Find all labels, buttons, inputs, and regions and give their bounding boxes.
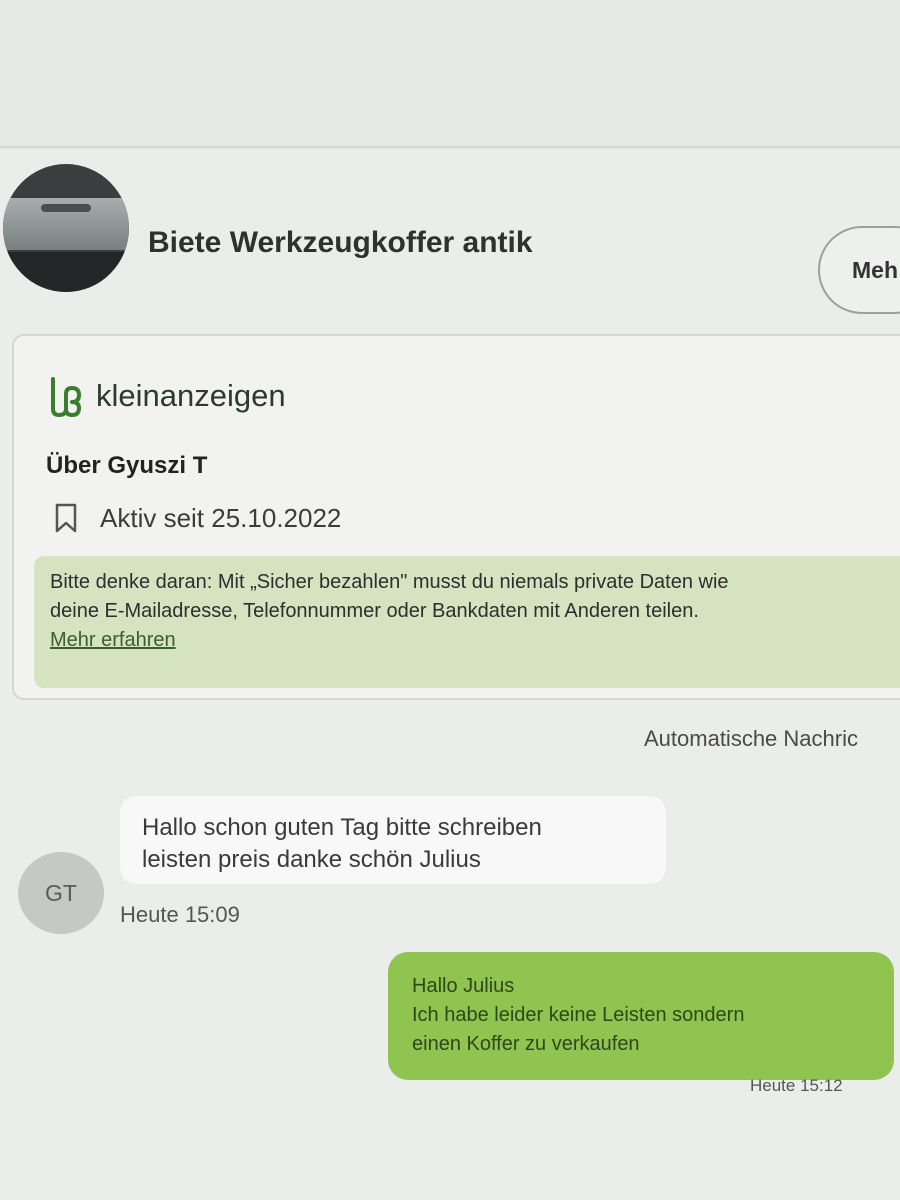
incoming-message-bubble: Hallo schon guten Tag bitte schreiben le… xyxy=(120,796,666,884)
message-line: Hallo schon guten Tag bitte schreiben xyxy=(142,814,542,841)
listing-header: Biete Werkzeugkoffer antik Meh xyxy=(0,150,900,320)
top-blank-area xyxy=(0,0,900,150)
message-timestamp: Heute 15:12 xyxy=(750,1076,843,1095)
brand-name: kleinanzeigen xyxy=(96,378,286,413)
brand-logo: kleinanzeigen xyxy=(46,374,286,418)
safety-notice: Bitte denke daran: Mit „Sicher bezahlen"… xyxy=(34,556,900,688)
notice-line: Bitte denke daran: Mit „Sicher bezahlen"… xyxy=(50,571,729,593)
active-since-row: Aktiv seit 25.10.2022 xyxy=(54,500,341,536)
message-line: Hallo Julius xyxy=(412,975,515,997)
message-timestamp: Heute 15:09 xyxy=(120,902,240,927)
active-since-text: Aktiv seit 25.10.2022 xyxy=(100,502,342,533)
listing-title[interactable]: Biete Werkzeugkoffer antik xyxy=(148,226,533,260)
notice-line: deine E-Mailadresse, Telefonnummer oder … xyxy=(50,600,699,622)
message-line: leisten preis danke schön Julius xyxy=(142,846,481,873)
thumbnail-handle xyxy=(41,204,91,212)
avatar[interactable]: GT xyxy=(18,852,104,934)
learn-more-link[interactable]: Mehr erfahren xyxy=(50,626,176,655)
seller-title: Über Gyuszi T xyxy=(46,452,208,479)
automatic-message-label: Automatische Nachric xyxy=(644,726,858,751)
message-line: einen Koffer zu verkaufen xyxy=(412,1033,640,1055)
message-line: Ich habe leider keine Leisten sondern xyxy=(412,1004,745,1026)
thumbnail-base xyxy=(3,252,129,292)
header-divider xyxy=(0,146,900,148)
kleinanzeigen-logo-icon xyxy=(51,377,81,417)
outgoing-message-bubble: Hallo Julius Ich habe leider keine Leist… xyxy=(388,952,894,1080)
listing-thumbnail[interactable] xyxy=(3,164,129,292)
more-button[interactable]: Meh xyxy=(818,226,900,314)
bookmark-icon xyxy=(55,503,77,533)
seller-info-card: kleinanzeigen Über Gyuszi T Aktiv seit 2… xyxy=(12,334,900,700)
